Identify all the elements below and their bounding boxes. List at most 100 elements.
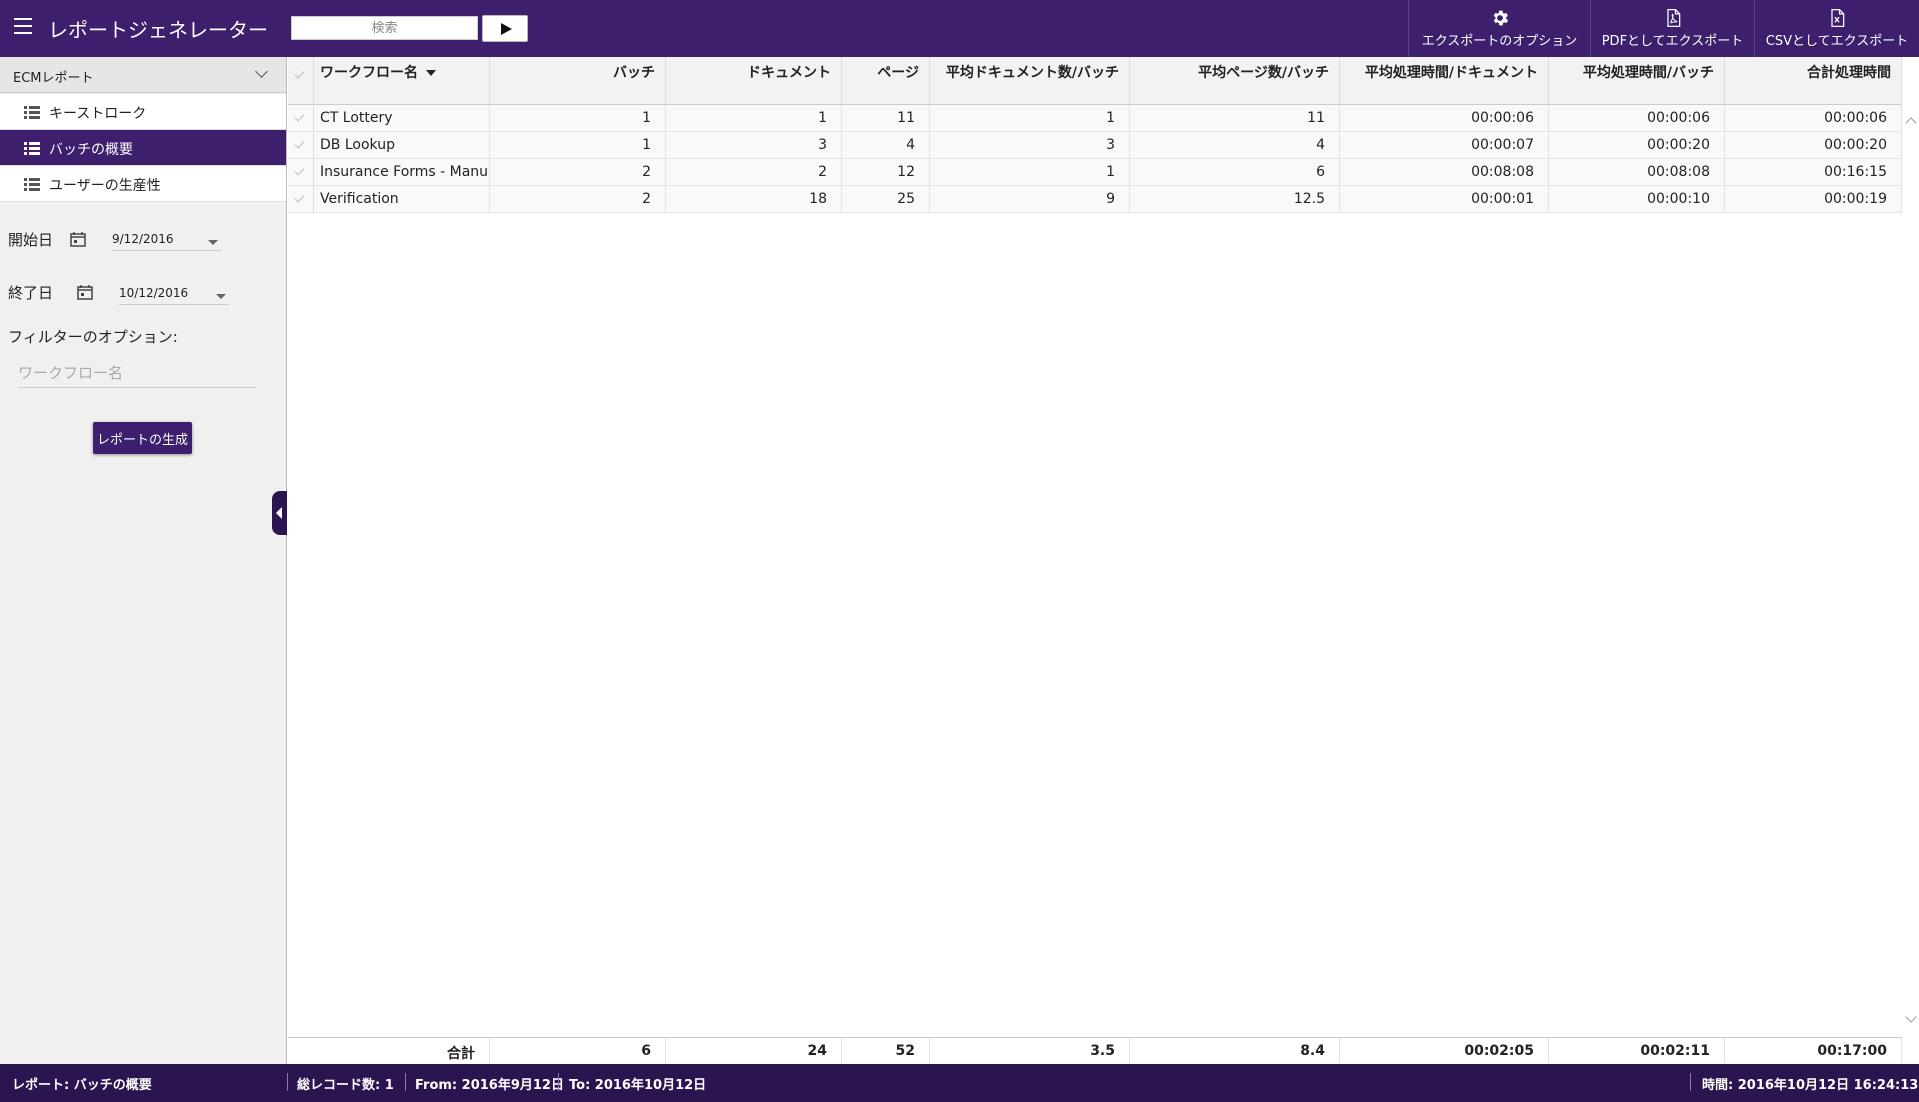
export-options-button[interactable]: エクスポートのオプション — [1408, 0, 1590, 57]
status-bar: レポート: バッチの概要 総レコード数: 1 From: 2016年9月12日 … — [0, 1064, 1919, 1102]
cell-batch: 1 — [490, 132, 666, 159]
cell-total-time: 00:00:06 — [1725, 105, 1902, 132]
grid-header: ワークフロー名 バッチ ドキュメント ページ 平均ドキュメント数/バッチ 平均ペ… — [288, 57, 1902, 105]
cell-documents: 1 — [666, 105, 842, 132]
status-report: レポート: バッチの概要 — [12, 1078, 152, 1093]
column-header-avg-time-per-batch[interactable]: 平均処理時間/バッチ — [1549, 57, 1725, 105]
status-divider — [1690, 1073, 1691, 1091]
total-avg-time-batch: 00:02:11 — [1549, 1038, 1725, 1065]
table-row[interactable]: CT Lottery 1 1 11 1 11 00:00:06 00:00:06… — [288, 105, 1902, 132]
cell-avg-time-batch: 00:08:08 — [1549, 159, 1725, 186]
status-from-date: From: 2016年9月12日 — [415, 1078, 564, 1093]
calendar-icon[interactable] — [76, 283, 94, 301]
status-record-count: 総レコード数: 1 — [297, 1078, 394, 1093]
cell-avg-docs: 9 — [930, 186, 1130, 213]
calendar-icon[interactable] — [69, 230, 87, 248]
export-csv-button[interactable]: CSVとしてエクスポート — [1754, 0, 1919, 57]
sidebar-item-batch-summary[interactable]: バッチの概要 — [0, 130, 286, 166]
start-date-label: 開始日 — [8, 231, 54, 249]
export-options-label: エクスポートのオプション — [1421, 34, 1578, 49]
export-pdf-button[interactable]: PDFとしてエクスポート — [1590, 0, 1754, 57]
sidebar-collapse-handle[interactable] — [272, 491, 287, 535]
caret-down-icon[interactable] — [216, 294, 226, 299]
scroll-down-icon[interactable] — [1905, 1011, 1917, 1023]
check-icon — [294, 138, 305, 149]
end-date-input[interactable]: 10/12/2016 — [119, 286, 229, 305]
export-pdf-label: PDFとしてエクスポート — [1601, 34, 1744, 49]
status-to-date: To: 2016年10月12日 — [569, 1078, 707, 1093]
cell-avg-time-doc: 00:08:08 — [1340, 159, 1549, 186]
column-header-total-time[interactable]: 合計処理時間 — [1725, 57, 1902, 105]
sidebar-item-user-productivity[interactable]: ユーザーの生産性 — [0, 166, 286, 202]
select-all-checkbox[interactable] — [288, 57, 314, 105]
sidebar-item-keystroke[interactable]: キーストローク — [0, 94, 286, 130]
status-timestamp: 時間: 2016年10月12日 16:24:13 — [1702, 1078, 1919, 1093]
workflow-name-filter-input[interactable] — [18, 358, 256, 388]
search-input[interactable] — [291, 16, 478, 40]
search-go-button[interactable] — [482, 15, 528, 42]
cell-documents: 18 — [666, 186, 842, 213]
row-checkbox[interactable] — [288, 132, 314, 159]
sidebar: ECMレポート キーストローク バッチの概要 ユーザーの生産性 開始日 9/12… — [0, 57, 287, 1064]
check-icon — [294, 192, 305, 203]
cell-avg-time-batch: 00:00:10 — [1549, 186, 1725, 213]
cell-avg-time-batch: 00:00:20 — [1549, 132, 1725, 159]
menu-icon[interactable] — [14, 18, 34, 38]
total-avg-docs: 3.5 — [930, 1038, 1130, 1065]
cell-avg-pages: 6 — [1130, 159, 1340, 186]
cell-avg-docs: 3 — [930, 132, 1130, 159]
totals-row: 合計 6 24 52 3.5 8.4 00:02:05 00:02:11 00:… — [288, 1037, 1902, 1065]
sidebar-item-label: バッチの概要 — [49, 142, 133, 158]
status-divider — [287, 1073, 288, 1091]
filter-options-title: フィルターのオプション: — [8, 328, 178, 346]
column-header-avg-docs-per-batch[interactable]: 平均ドキュメント数/バッチ — [930, 57, 1130, 105]
list-icon — [24, 142, 40, 155]
column-header-documents[interactable]: ドキュメント — [666, 57, 842, 105]
column-header-pages[interactable]: ページ — [842, 57, 930, 105]
table-row[interactable]: Insurance Forms - Manu... 2 2 12 1 6 00:… — [288, 159, 1902, 186]
column-header-avg-pages-per-batch[interactable]: 平均ページ数/バッチ — [1130, 57, 1340, 105]
cell-documents: 3 — [666, 132, 842, 159]
totals-label: 合計 — [288, 1038, 490, 1065]
cell-pages: 25 — [842, 186, 930, 213]
cell-workflow: DB Lookup — [314, 132, 490, 159]
row-checkbox[interactable] — [288, 159, 314, 186]
pdf-file-icon — [1666, 9, 1680, 27]
row-checkbox[interactable] — [288, 105, 314, 132]
generate-report-button[interactable]: レポートの生成 — [93, 422, 192, 454]
total-pages: 52 — [842, 1038, 930, 1065]
app-title: レポートジェネレーター — [48, 18, 268, 42]
play-icon — [501, 23, 512, 35]
end-date-label: 終了日 — [8, 284, 54, 302]
cell-workflow: Insurance Forms - Manu... — [314, 159, 490, 186]
table-row[interactable]: DB Lookup 1 3 4 3 4 00:00:07 00:00:20 00… — [288, 132, 1902, 159]
cell-total-time: 00:16:15 — [1725, 159, 1902, 186]
cell-avg-docs: 1 — [930, 105, 1130, 132]
report-category-label: ECMレポート — [13, 71, 94, 86]
grid-scrollbar[interactable] — [1902, 105, 1919, 1030]
cell-workflow: CT Lottery — [314, 105, 490, 132]
report-category-dropdown[interactable]: ECMレポート — [0, 57, 286, 93]
total-documents: 24 — [666, 1038, 842, 1065]
start-date-input[interactable]: 9/12/2016 — [112, 232, 222, 251]
row-checkbox[interactable] — [288, 186, 314, 213]
chevron-left-icon — [276, 507, 282, 519]
gear-icon — [1493, 10, 1508, 26]
check-icon — [294, 111, 305, 122]
scroll-up-icon[interactable] — [1905, 117, 1917, 129]
cell-batch: 2 — [490, 159, 666, 186]
cell-avg-time-batch: 00:00:06 — [1549, 105, 1725, 132]
cell-avg-time-doc: 00:00:07 — [1340, 132, 1549, 159]
status-divider — [405, 1073, 406, 1091]
caret-down-icon[interactable] — [208, 240, 218, 245]
table-row[interactable]: Verification 2 18 25 9 12.5 00:00:01 00:… — [288, 186, 1902, 213]
list-icon — [24, 178, 40, 191]
column-header-batch[interactable]: バッチ — [490, 57, 666, 105]
column-header-workflow[interactable]: ワークフロー名 — [314, 57, 490, 105]
column-header-avg-time-per-doc[interactable]: 平均処理時間/ドキュメント — [1340, 57, 1549, 105]
total-avg-time-doc: 00:02:05 — [1340, 1038, 1549, 1065]
top-bar: レポートジェネレーター エクスポートのオプション PDFとしてエクスポート CS… — [0, 0, 1919, 57]
check-icon — [294, 165, 305, 176]
cell-total-time: 00:00:19 — [1725, 186, 1902, 213]
check-icon — [294, 68, 305, 79]
